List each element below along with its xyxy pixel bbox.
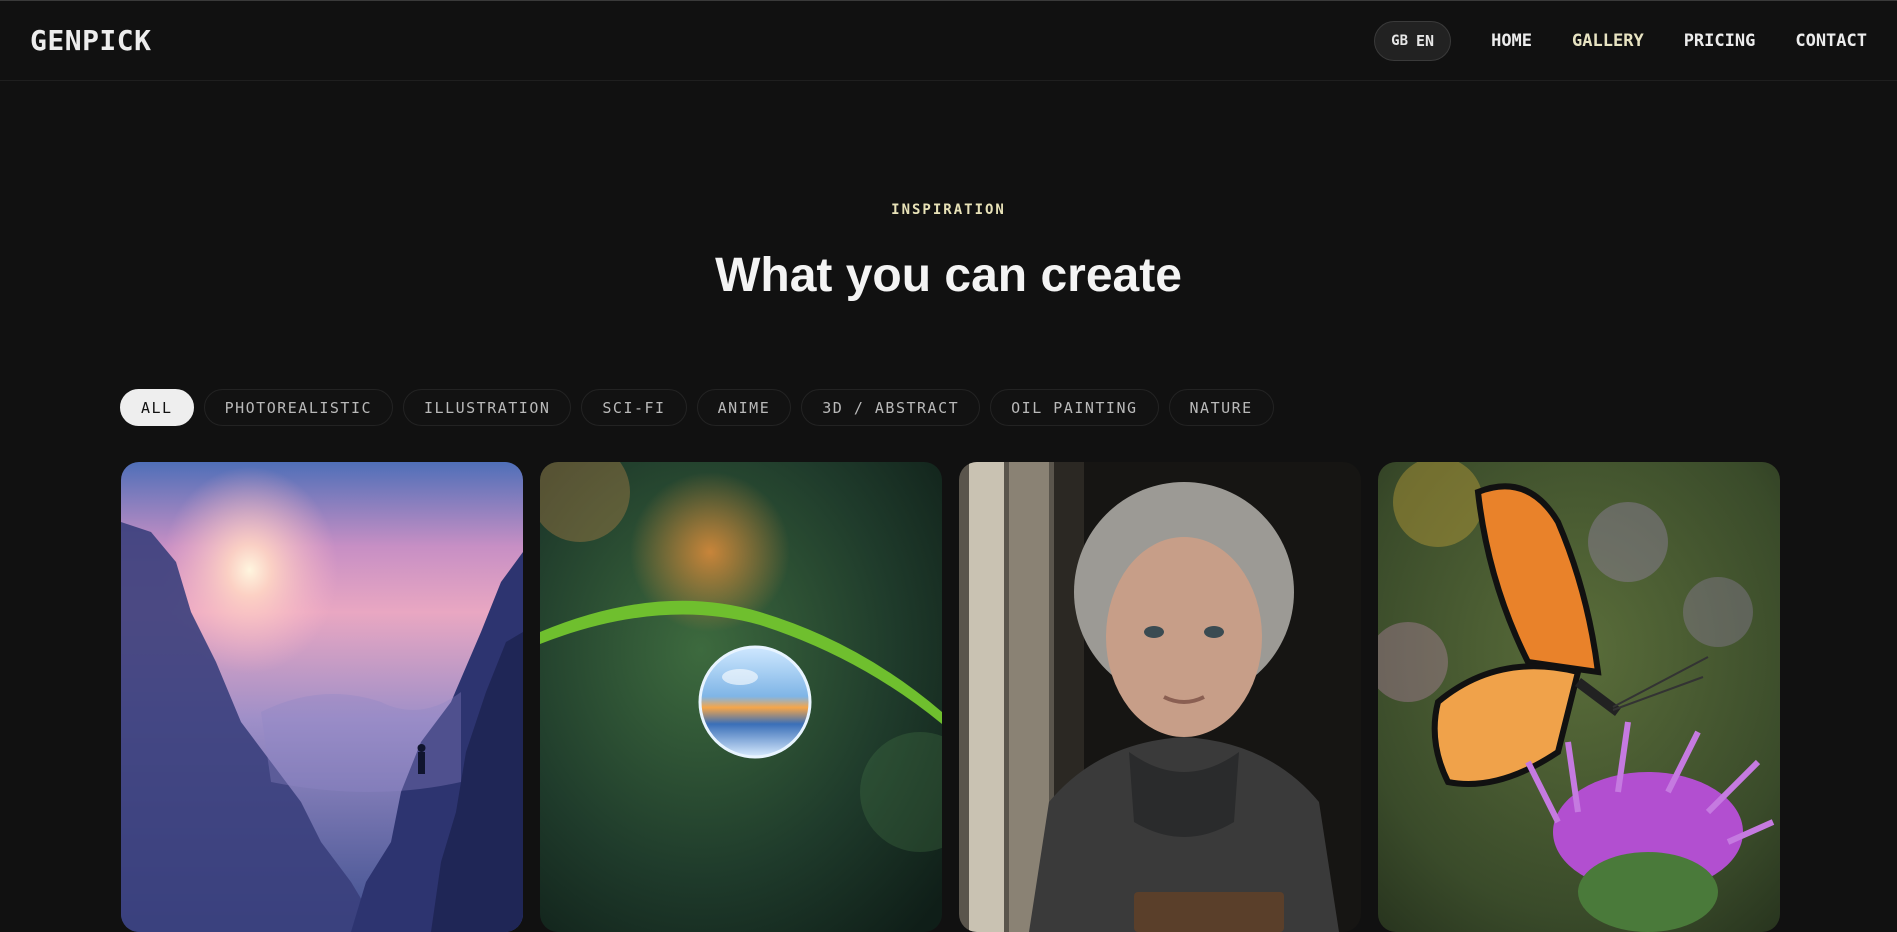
filter-bar: ALL PHOTOREALISTIC ILLUSTRATION SCI-FI A… [120, 389, 1274, 426]
gallery-grid [121, 462, 1780, 932]
language-code: EN [1416, 31, 1435, 50]
nav-gallery[interactable]: GALLERY [1572, 31, 1644, 51]
gallery-card-canyon[interactable] [121, 462, 523, 932]
filter-nature[interactable]: NATURE [1168, 389, 1274, 426]
nav-pricing[interactable]: PRICING [1684, 31, 1756, 51]
site-header: GENPICK GB EN HOME GALLERY PRICING CONTA… [0, 1, 1897, 81]
nav-home[interactable]: HOME [1491, 31, 1532, 51]
gallery-card-portrait[interactable] [959, 462, 1361, 932]
section-title: What you can create [715, 249, 1182, 302]
flag-icon: GB [1391, 32, 1409, 49]
main-nav: GB EN HOME GALLERY PRICING CONTACT [1374, 20, 1867, 61]
filter-oil-painting[interactable]: OIL PAINTING [990, 389, 1159, 426]
filter-photorealistic[interactable]: PHOTOREALISTIC [203, 389, 394, 426]
filter-3d-abstract[interactable]: 3D / ABSTRACT [801, 389, 981, 426]
nav-contact[interactable]: CONTACT [1795, 31, 1867, 51]
logo[interactable]: GENPICK [30, 24, 152, 57]
filter-anime[interactable]: ANIME [696, 389, 792, 426]
gallery-card-butterfly[interactable] [1378, 462, 1780, 932]
filter-illustration[interactable]: ILLUSTRATION [403, 389, 572, 426]
droplet-image [540, 462, 942, 932]
portrait-image [959, 462, 1361, 932]
canyon-image [121, 462, 523, 932]
gallery-card-droplet[interactable] [540, 462, 942, 932]
filter-all[interactable]: ALL [120, 389, 194, 426]
section-eyebrow: INSPIRATION [891, 202, 1006, 218]
butterfly-image [1378, 462, 1780, 932]
filter-sci-fi[interactable]: SCI-FI [581, 389, 687, 426]
language-switcher[interactable]: GB EN [1374, 20, 1452, 61]
